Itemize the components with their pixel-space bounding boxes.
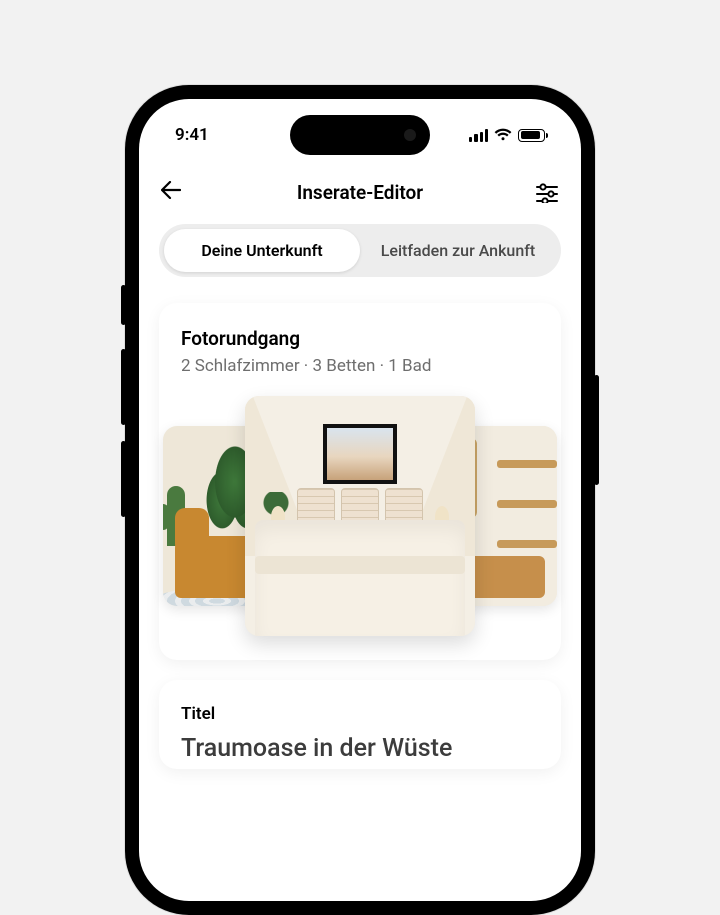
- tab-your-space[interactable]: Deine Unterkunft: [164, 229, 360, 272]
- title-card[interactable]: Titel Traumoase in der Wüste: [159, 680, 561, 769]
- side-button: [121, 441, 126, 517]
- phone-frame: 9:41 Inserate-Editor Deine Unterkunft Le…: [125, 85, 595, 915]
- page-title: Inserate-Editor: [297, 181, 423, 204]
- gallery-photo-center: [245, 396, 475, 636]
- filter-settings-button[interactable]: [535, 183, 559, 203]
- tab-arrival-guide[interactable]: Leitfaden zur Ankunft: [360, 229, 556, 272]
- photo-gallery[interactable]: [181, 396, 539, 636]
- photo-tour-label: Fotorundgang: [181, 327, 539, 350]
- title-label: Titel: [181, 704, 539, 724]
- wifi-icon: [494, 128, 512, 142]
- side-button: [121, 285, 126, 325]
- sliders-icon: [536, 183, 558, 203]
- side-button: [121, 349, 126, 425]
- title-value: Traumoase in der Wüste: [181, 734, 539, 763]
- cellular-icon: [469, 129, 488, 142]
- battery-icon: [518, 129, 545, 142]
- status-time: 9:41: [175, 125, 209, 145]
- dynamic-island: [290, 115, 430, 155]
- side-button: [594, 375, 599, 485]
- nav-bar: Inserate-Editor: [139, 163, 581, 224]
- photo-tour-meta: 2 Schlafzimmer · 3 Betten · 1 Bad: [181, 356, 539, 376]
- photo-tour-card[interactable]: Fotorundgang 2 Schlafzimmer · 3 Betten ·…: [159, 303, 561, 660]
- screen: 9:41 Inserate-Editor Deine Unterkunft Le…: [139, 99, 581, 901]
- segmented-control: Deine Unterkunft Leitfaden zur Ankunft: [159, 224, 561, 277]
- back-button[interactable]: [161, 181, 185, 204]
